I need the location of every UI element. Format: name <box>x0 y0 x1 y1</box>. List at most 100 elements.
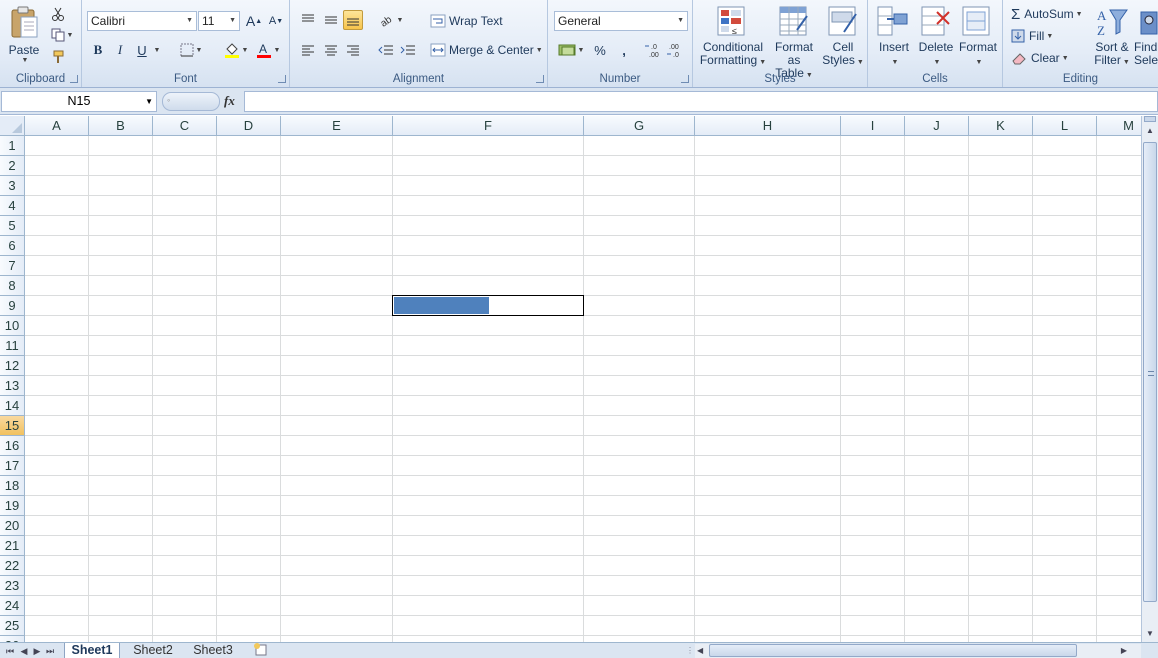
column-header-k[interactable]: K <box>969 116 1033 136</box>
paste-button[interactable]: Paste ▼ <box>6 4 42 64</box>
format-painter-button[interactable] <box>48 47 68 67</box>
italic-button[interactable]: I <box>110 40 130 60</box>
row-header-4[interactable]: 4 <box>0 196 25 216</box>
scroll-right-icon[interactable]: ▶ <box>1121 644 1127 658</box>
percent-button[interactable]: % <box>590 40 610 60</box>
sheet-tab-2[interactable]: Sheet2 <box>124 643 182 658</box>
align-center-button[interactable] <box>321 40 341 60</box>
increase-decimal-button[interactable]: .0.00 <box>644 40 664 60</box>
vertical-scrollbar[interactable]: ▲ ▼ <box>1141 116 1158 642</box>
row-header-22[interactable]: 22 <box>0 556 25 576</box>
find-select-button[interactable]: Find Selec <box>1134 41 1158 67</box>
row-header-25[interactable]: 25 <box>0 616 25 636</box>
formula-input[interactable] <box>244 91 1158 112</box>
cut-button[interactable] <box>48 4 68 24</box>
row-header-9[interactable]: 9 <box>0 296 25 316</box>
row-header-1[interactable]: 1 <box>0 136 25 156</box>
row-header-24[interactable]: 24 <box>0 596 25 616</box>
row-header-3[interactable]: 3 <box>0 176 25 196</box>
fill-button[interactable]: Fill ▼ <box>1011 27 1053 45</box>
row-header-16[interactable]: 16 <box>0 436 25 456</box>
clear-button[interactable]: Clear ▼ <box>1011 49 1069 67</box>
font-family-select[interactable]: Calibri ▼ <box>87 11 197 31</box>
comma-button[interactable]: , <box>614 40 634 60</box>
row-header-6[interactable]: 6 <box>0 236 25 256</box>
formula-collapse-handle[interactable]: ◦ <box>162 92 220 111</box>
align-middle-button[interactable] <box>321 10 341 30</box>
row-header-5[interactable]: 5 <box>0 216 25 236</box>
column-header-l[interactable]: L <box>1033 116 1097 136</box>
row-header-23[interactable]: 23 <box>0 576 25 596</box>
number-launcher-icon[interactable] <box>681 75 689 83</box>
font-size-select[interactable]: 11 ▼ <box>198 11 240 31</box>
font-color-button[interactable]: A ▼ <box>254 40 282 60</box>
decrease-decimal-button[interactable]: .00.0 <box>666 40 686 60</box>
increase-indent-button[interactable] <box>398 40 418 60</box>
column-header-d[interactable]: D <box>217 116 281 136</box>
vertical-scroll-thumb[interactable] <box>1143 142 1157 602</box>
tab-split-handle[interactable]: ⋮ <box>686 644 694 658</box>
align-top-button[interactable] <box>298 10 318 30</box>
column-header-c[interactable]: C <box>153 116 217 136</box>
select-all-corner[interactable] <box>0 116 25 136</box>
row-header-13[interactable]: 13 <box>0 376 25 396</box>
row-header-7[interactable]: 7 <box>0 256 25 276</box>
column-header-a[interactable]: A <box>25 116 89 136</box>
row-header-21[interactable]: 21 <box>0 536 25 556</box>
insert-button[interactable]: Insert ▼ <box>872 41 916 69</box>
scroll-left-icon[interactable]: ◀ <box>697 644 703 658</box>
alignment-launcher-icon[interactable] <box>536 75 544 83</box>
row-header-14[interactable]: 14 <box>0 396 25 416</box>
fill-color-button[interactable]: ▼ <box>222 40 250 60</box>
row-header-18[interactable]: 18 <box>0 476 25 496</box>
align-right-button[interactable] <box>343 40 363 60</box>
column-header-e[interactable]: E <box>281 116 393 136</box>
sort-filter-button[interactable]: Sort & Filter ▼ <box>1091 41 1133 69</box>
grow-font-button[interactable]: A ▲ <box>244 11 264 31</box>
decrease-indent-button[interactable] <box>376 40 396 60</box>
insert-function-button[interactable]: fx <box>224 93 235 109</box>
row-header-2[interactable]: 2 <box>0 156 25 176</box>
row-header-15[interactable]: 15 <box>0 416 25 436</box>
align-bottom-button[interactable] <box>343 10 363 30</box>
cell-styles-button[interactable]: Cell Styles ▼ <box>821 41 865 69</box>
row-header-8[interactable]: 8 <box>0 276 25 296</box>
prev-sheet-icon[interactable]: ◀ <box>18 644 30 658</box>
row-header-11[interactable]: 11 <box>0 336 25 356</box>
orientation-button[interactable]: ab ▼ <box>378 10 404 30</box>
sheet-tab-1[interactable]: Sheet1 <box>64 643 120 658</box>
worksheet-grid[interactable]: ABCDEFGHIJKLM 1 2 3 4 5 6 7 8 9 10 11 12 13 14 15 16 17 1… <box>0 116 1141 642</box>
font-launcher-icon[interactable] <box>278 75 286 83</box>
cell-f9[interactable] <box>392 295 584 316</box>
first-sheet-icon[interactable]: ⏮ <box>4 644 16 658</box>
next-sheet-icon[interactable]: ▶ <box>31 644 43 658</box>
clipboard-launcher-icon[interactable] <box>70 75 78 83</box>
bold-button[interactable]: B <box>88 40 108 60</box>
format-button[interactable]: Format ▼ <box>956 41 1000 69</box>
column-header-f[interactable]: F <box>393 116 584 136</box>
borders-button[interactable]: ▼ <box>177 40 205 60</box>
split-handle[interactable] <box>1144 116 1156 122</box>
row-header-20[interactable]: 20 <box>0 516 25 536</box>
name-box[interactable]: N15 ▼ <box>1 91 157 112</box>
column-header-j[interactable]: J <box>905 116 969 136</box>
autosum-button[interactable]: Σ AutoSum ▼ <box>1011 5 1083 23</box>
align-left-button[interactable] <box>298 40 318 60</box>
delete-button[interactable]: Delete ▼ <box>914 41 958 69</box>
number-format-select[interactable]: General ▼ <box>554 11 688 31</box>
column-header-h[interactable]: H <box>695 116 841 136</box>
copy-button[interactable]: ▼ <box>48 25 76 45</box>
column-header-i[interactable]: I <box>841 116 905 136</box>
row-header-19[interactable]: 19 <box>0 496 25 516</box>
column-header-m[interactable]: M <box>1097 116 1141 136</box>
shrink-font-button[interactable]: A ▼ <box>266 11 286 31</box>
scroll-up-icon[interactable]: ▲ <box>1142 124 1158 137</box>
row-header-10[interactable]: 10 <box>0 316 25 336</box>
row-header-17[interactable]: 17 <box>0 456 25 476</box>
column-header-g[interactable]: G <box>584 116 695 136</box>
last-sheet-icon[interactable]: ⏭ <box>44 644 56 658</box>
wrap-text-button[interactable]: Wrap Text <box>430 11 503 31</box>
horizontal-scroll-thumb[interactable] <box>709 644 1077 657</box>
underline-button[interactable]: U <box>132 40 152 60</box>
accounting-format-button[interactable]: ▼ <box>556 40 586 60</box>
